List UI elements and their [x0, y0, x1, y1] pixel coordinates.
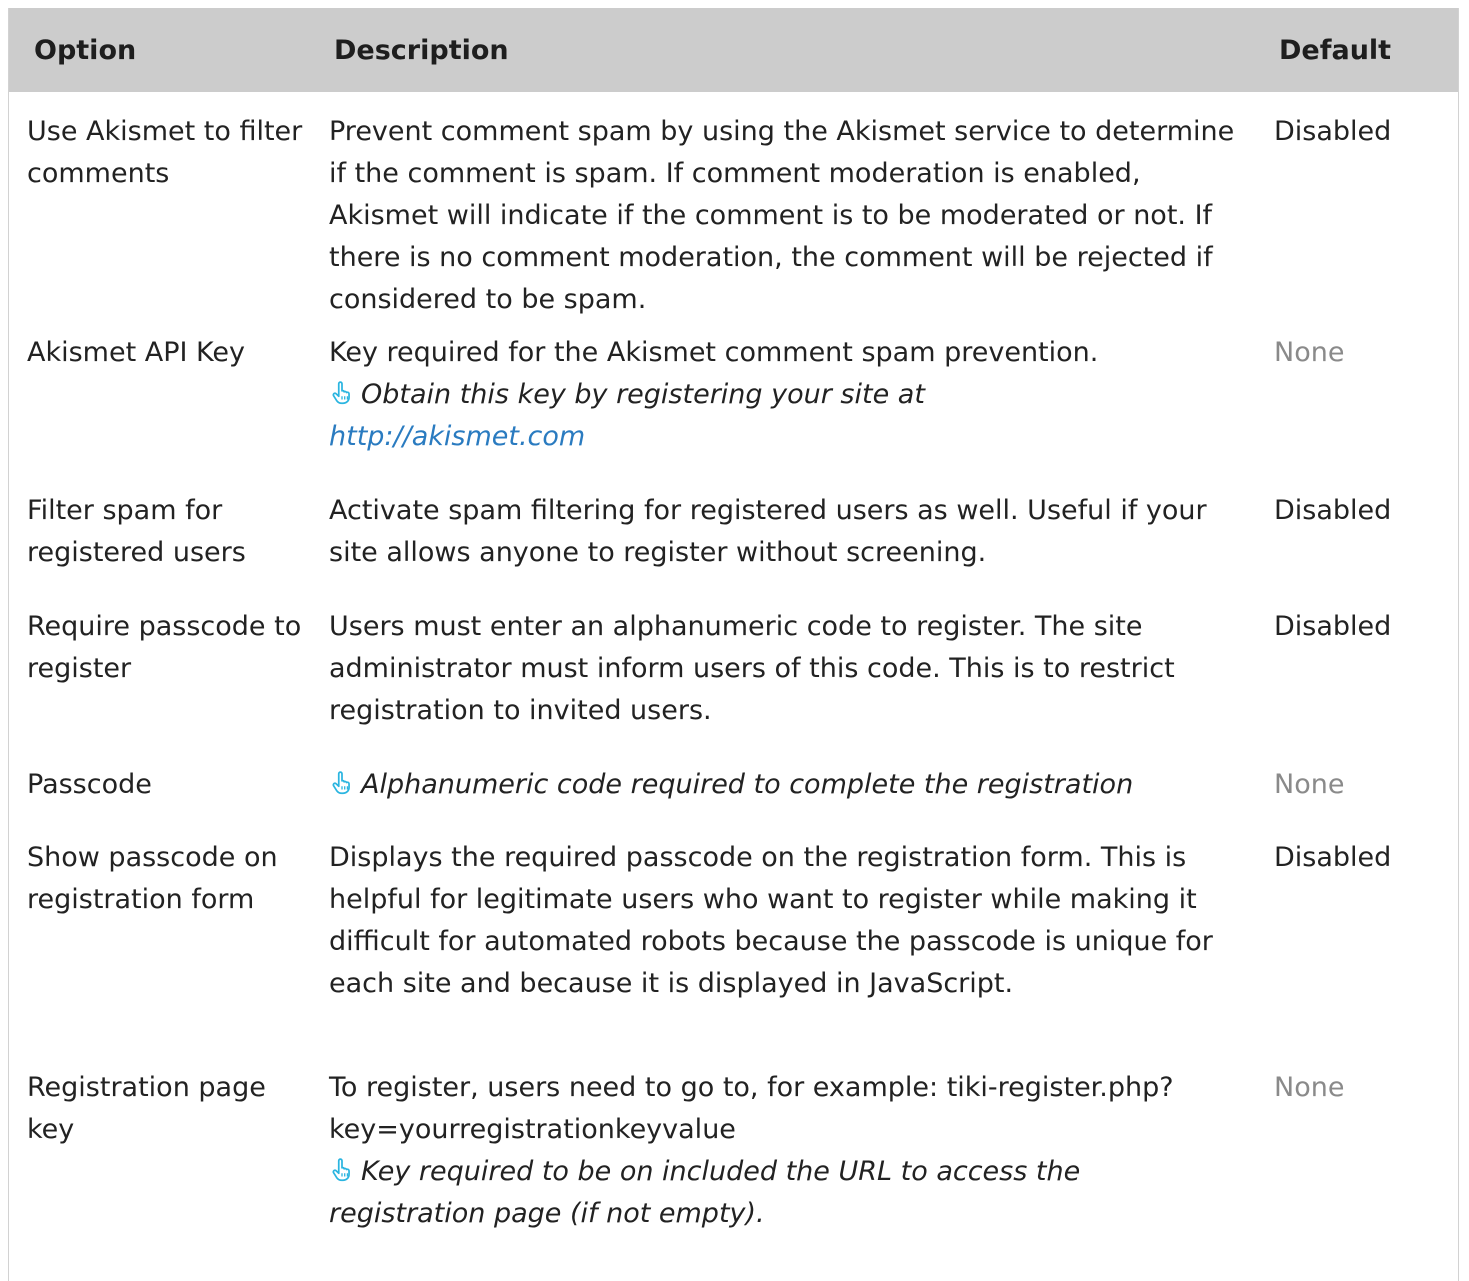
- option-description: Users must enter an alphanumeric code to…: [329, 611, 1175, 726]
- option-description: Displays the required passcode on the re…: [329, 842, 1213, 999]
- table-row: Use Akismet to filter comments Prevent c…: [9, 92, 1458, 332]
- column-header-default[interactable]: Default: [1258, 8, 1458, 92]
- pointing-hand-icon: [329, 1157, 355, 1183]
- option-description-cell: To register, users need to go to, for ex…: [321, 1067, 1258, 1235]
- option-description-cell: Key required for the Akismet comment spa…: [321, 332, 1258, 490]
- option-description: To register, users need to go to, for ex…: [329, 1072, 1174, 1145]
- option-default: Disabled: [1274, 495, 1392, 526]
- table-row: Show passcode on registration form Displ…: [9, 837, 1458, 1067]
- column-header-description[interactable]: Description: [321, 8, 1258, 92]
- option-default: None: [1274, 769, 1345, 800]
- option-default: Disabled: [1274, 116, 1392, 147]
- table-row: Registration page key To register, users…: [9, 1067, 1458, 1235]
- preferences-table: Option Description Default Use Akismet t…: [9, 8, 1458, 1235]
- table-row: Filter spam for registered users Activat…: [9, 490, 1458, 606]
- akismet-link[interactable]: http://akismet.com: [329, 421, 585, 452]
- option-hint: Alphanumeric code required to complete t…: [361, 769, 1134, 800]
- option-name: Akismet API Key: [27, 337, 246, 368]
- option-name: Require passcode to register: [27, 611, 302, 684]
- option-description: Prevent comment spam by using the Akisme…: [329, 116, 1235, 315]
- option-default: None: [1274, 337, 1345, 368]
- option-hint: Key required to be on included the URL t…: [329, 1156, 1081, 1229]
- table-row: Require passcode to register Users must …: [9, 606, 1458, 764]
- pointing-hand-icon: [329, 770, 355, 796]
- option-default: None: [1274, 1072, 1345, 1103]
- pointing-hand-icon: [329, 380, 355, 406]
- option-name: Filter spam for registered users: [27, 495, 246, 568]
- option-default: Disabled: [1274, 842, 1392, 873]
- option-default: Disabled: [1274, 611, 1392, 642]
- option-description-cell: Alphanumeric code required to complete t…: [321, 764, 1258, 837]
- table-row: Akismet API Key Key required for the Aki…: [9, 332, 1458, 490]
- table-row: Passcode Alphanumeric code required to c…: [9, 764, 1458, 837]
- option-name: Passcode: [27, 769, 152, 800]
- option-hint: Obtain this key by registering your site…: [361, 379, 925, 410]
- table-header-row: Option Description Default: [9, 8, 1458, 92]
- option-name: Registration page key: [27, 1072, 266, 1145]
- option-name: Use Akismet to filter comments: [27, 116, 303, 189]
- option-name: Show passcode on registration form: [27, 842, 278, 915]
- option-description: Key required for the Akismet comment spa…: [329, 337, 1099, 368]
- option-description: Activate spam filtering for registered u…: [329, 495, 1207, 568]
- column-header-option[interactable]: Option: [9, 8, 321, 92]
